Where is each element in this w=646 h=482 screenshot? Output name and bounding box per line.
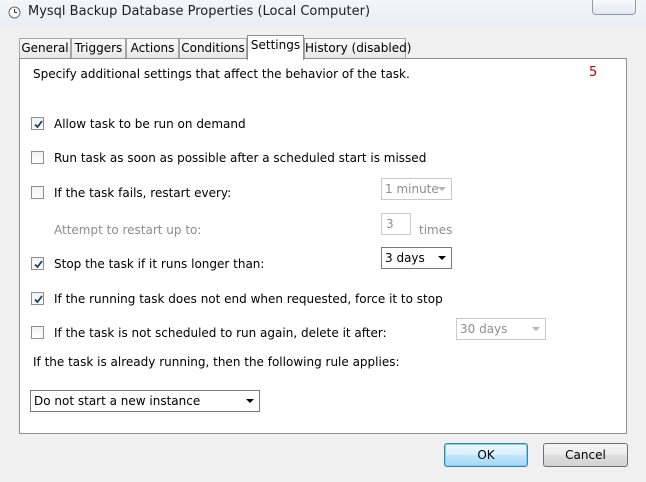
chevron-down-icon [246,399,254,403]
restart-interval-dropdown[interactable]: 1 minute [381,178,452,200]
restart-interval-value: 1 minute [385,182,439,196]
restart-on-fail-label: If the task fails, restart every: [54,186,232,200]
restart-attempts-unit: times [419,223,453,237]
running-rule-value: Do not start a new instance [34,394,201,408]
stop-duration-value: 3 days [385,251,425,265]
stop-if-longer-label: Stop the task if it runs longer than: [54,257,265,271]
stop-duration-dropdown[interactable]: 3 days [381,247,452,269]
annotation-number: 5 [589,65,598,80]
checkmark-icon [34,260,43,269]
delete-after-value: 30 days [460,322,508,336]
tab-history[interactable]: History (disabled) [304,38,411,58]
restart-attempts-input[interactable]: 3 [381,213,411,235]
tab-general[interactable]: General [19,38,71,58]
settings-panel: Specify additional settings that affect … [19,58,627,434]
clock-icon [8,6,21,19]
tab-settings[interactable]: Settings [247,35,304,60]
chevron-down-icon [532,327,540,331]
allow-on-demand-label: Allow task to be run on demand [54,117,246,131]
delete-after-label: If the task is not scheduled to run agai… [54,326,387,340]
tab-conditions[interactable]: Conditions [179,38,247,58]
chevron-down-icon [438,187,446,191]
settings-description: Specify additional settings that affect … [33,67,410,81]
ok-button[interactable]: OK [444,443,528,467]
window-title: Mysql Backup Database Properties (Local … [28,4,371,19]
delete-after-checkbox[interactable] [31,326,44,339]
run-missed-label: Run task as soon as possible after a sch… [54,151,427,165]
checkmark-icon [34,120,43,129]
delete-after-dropdown[interactable]: 30 days [456,318,546,340]
tab-triggers[interactable]: Triggers [71,38,126,58]
restart-attempts-label: Attempt to restart up to: [54,223,202,237]
force-stop-checkbox[interactable] [31,292,44,305]
allow-on-demand-checkbox[interactable] [31,117,44,130]
running-rule-dropdown[interactable]: Do not start a new instance [30,390,260,412]
stop-if-longer-checkbox[interactable] [31,257,44,270]
tab-actions[interactable]: Actions [126,38,179,58]
title-bar: Mysql Backup Database Properties (Local … [0,0,646,26]
cancel-button[interactable]: Cancel [543,443,628,467]
restart-on-fail-checkbox[interactable] [31,186,44,199]
running-rule-label: If the task is already running, then the… [33,355,400,369]
force-stop-label: If the running task does not end when re… [54,292,443,306]
close-button[interactable] [592,0,636,15]
chevron-down-icon [438,256,446,260]
run-missed-checkbox[interactable] [31,151,44,164]
checkmark-icon [34,295,43,304]
